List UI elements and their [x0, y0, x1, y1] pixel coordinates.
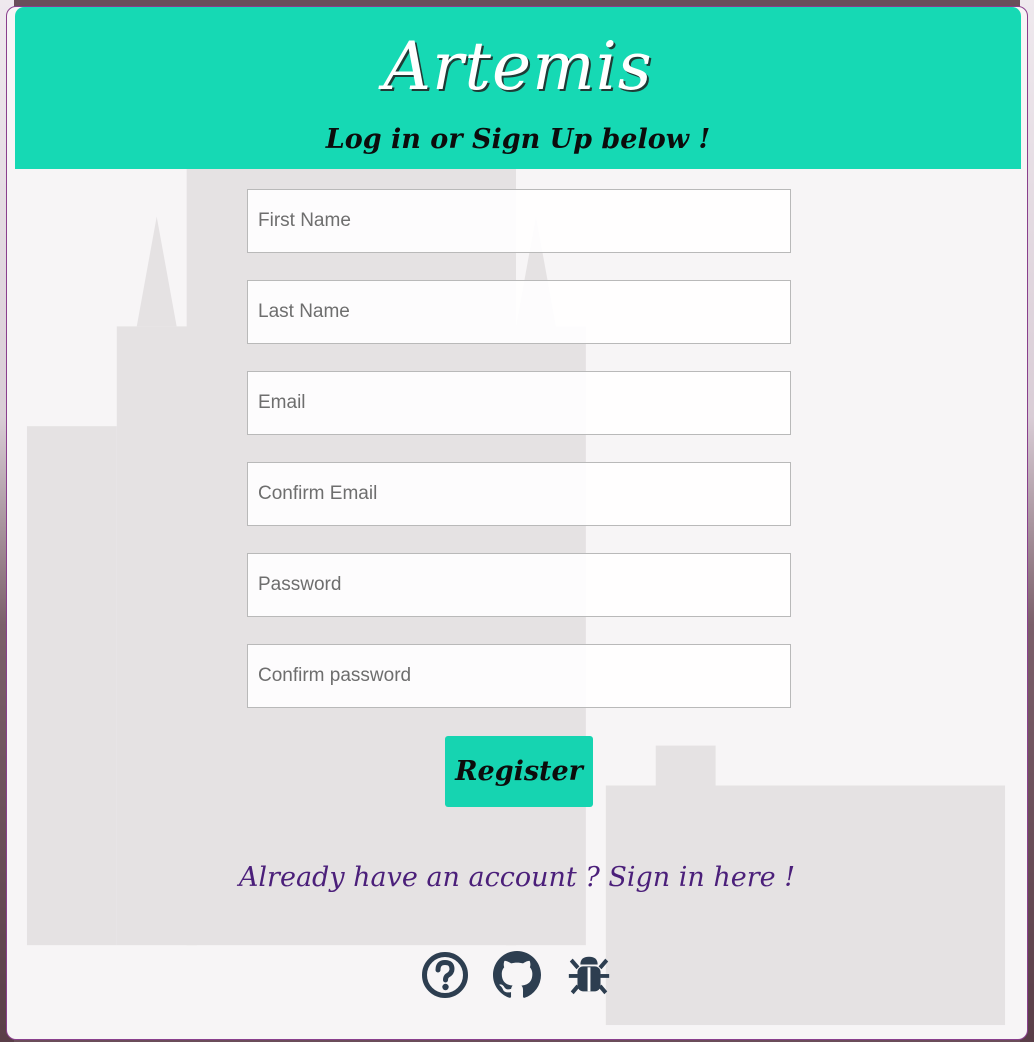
- first-name-field[interactable]: [247, 189, 791, 253]
- help-icon[interactable]: [421, 949, 469, 1001]
- header-subtitle: Log in or Sign Up below !: [325, 124, 711, 155]
- register-button[interactable]: Register: [445, 736, 593, 807]
- last-name-field[interactable]: [247, 280, 791, 344]
- github-icon[interactable]: [493, 949, 541, 1001]
- confirm-password-field[interactable]: [247, 644, 791, 708]
- signup-card: Artemis Log in or Sign Up below ! Regist…: [6, 6, 1028, 1040]
- confirm-email-field[interactable]: [247, 462, 791, 526]
- header-banner: Artemis Log in or Sign Up below !: [15, 7, 1021, 169]
- footer-icon-bar: [7, 949, 1027, 1001]
- app-title: Artemis: [383, 28, 653, 105]
- email-field[interactable]: [247, 371, 791, 435]
- password-field[interactable]: [247, 553, 791, 617]
- bug-icon[interactable]: [565, 949, 613, 1001]
- signin-link[interactable]: Already have an account ? Sign in here !: [7, 862, 1027, 893]
